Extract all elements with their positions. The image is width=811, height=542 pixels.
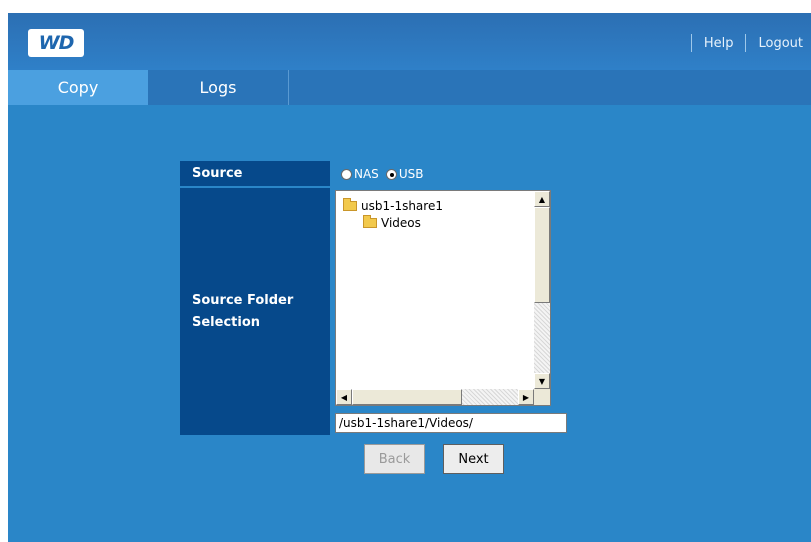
folder-label-line1: Source Folder: [192, 292, 294, 308]
help-link[interactable]: Help: [704, 36, 734, 51]
source-label: Source: [180, 161, 330, 186]
vertical-scroll-thumb[interactable]: [534, 207, 550, 303]
scrollbar-corner: [534, 389, 550, 405]
tree-item-label: usb1-1share1: [361, 199, 443, 213]
folder-open-icon: [343, 198, 357, 211]
next-button[interactable]: Next: [443, 444, 504, 474]
tab-logs[interactable]: Logs: [148, 70, 289, 105]
folder-tree[interactable]: usb1-1share1 Videos ▲ ▼ ◀ ▶: [335, 190, 551, 406]
usb-radio-label[interactable]: USB: [399, 167, 424, 181]
divider: [745, 34, 747, 52]
horizontal-scroll-thumb[interactable]: [352, 389, 462, 405]
nas-radio-label[interactable]: NAS: [354, 167, 379, 181]
tree-item-videos[interactable]: Videos: [363, 215, 421, 231]
scroll-up-button[interactable]: ▲: [534, 191, 550, 207]
app-window: WD Help Logout Copy Logs Source NAS USB …: [8, 13, 811, 542]
source-folder-selection-label: Source Folder Selection: [180, 188, 330, 435]
back-button[interactable]: Back: [364, 444, 425, 474]
scroll-right-button[interactable]: ▶: [518, 389, 534, 405]
top-bar: WD Help Logout: [8, 13, 811, 70]
scroll-left-button[interactable]: ◀: [336, 389, 352, 405]
selected-path-field[interactable]: [335, 413, 567, 433]
nas-radio[interactable]: [341, 168, 352, 180]
wd-logo: WD: [28, 29, 84, 57]
tab-bar: Copy Logs: [8, 70, 811, 105]
tab-copy[interactable]: Copy: [8, 70, 148, 105]
folder-label-line2: Selection: [192, 314, 261, 330]
scroll-down-button[interactable]: ▼: [534, 373, 550, 389]
usb-radio[interactable]: [385, 168, 397, 180]
tree-item-usb1-1share1[interactable]: usb1-1share1: [343, 198, 443, 214]
folder-icon: [363, 215, 377, 228]
tree-item-label: Videos: [381, 216, 421, 230]
logout-link[interactable]: Logout: [758, 36, 803, 51]
source-radio-group: NAS USB: [341, 166, 430, 182]
divider: [690, 34, 692, 52]
top-links: Help Logout: [679, 34, 811, 52]
